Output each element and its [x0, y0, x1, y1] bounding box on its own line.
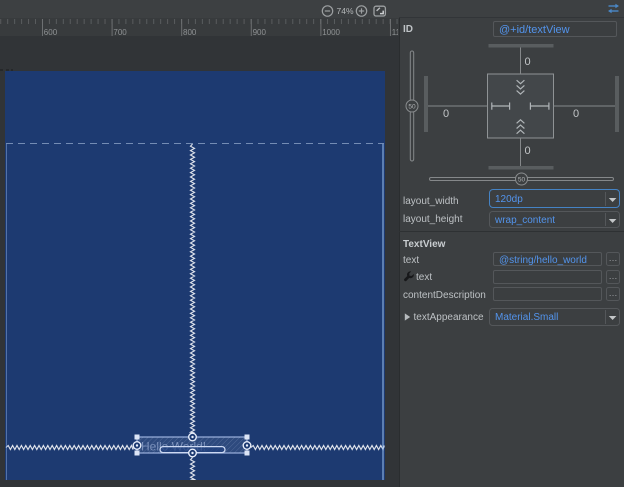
- svg-text:0: 0: [525, 56, 531, 68]
- svg-text:0: 0: [443, 108, 449, 120]
- svg-text:0: 0: [525, 145, 531, 157]
- svg-text:50: 50: [518, 176, 526, 183]
- svg-text:74%: 74%: [336, 6, 353, 16]
- svg-text:0: 0: [573, 108, 579, 120]
- svg-text:50: 50: [408, 103, 416, 110]
